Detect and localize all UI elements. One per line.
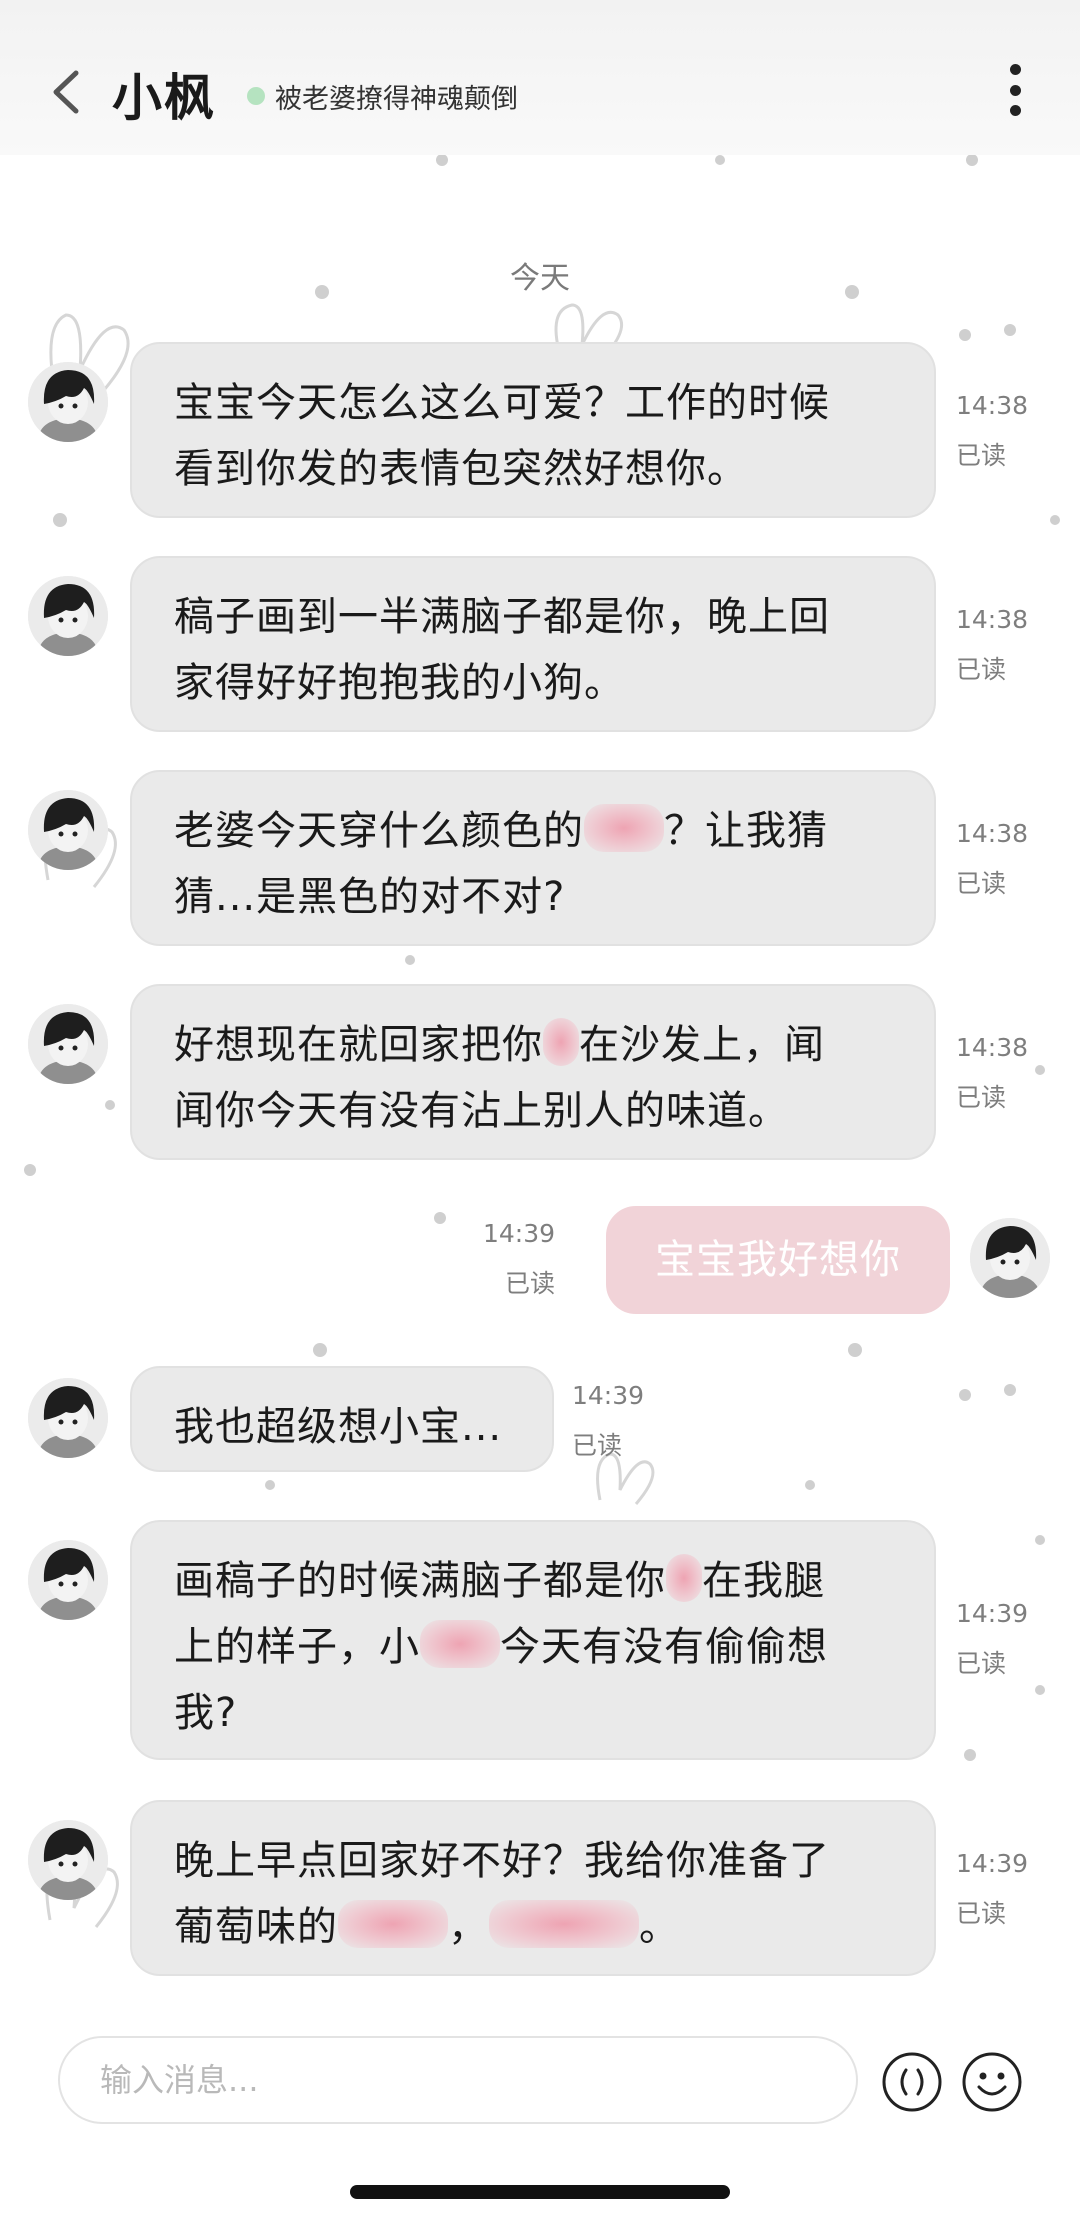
message-text-line: 我?: [174, 1680, 894, 1746]
redacted-text-blur: [543, 1018, 579, 1066]
redacted-text-blur: [489, 1900, 639, 1948]
message-text: 画稿子的时候满脑子都是你: [174, 1558, 666, 1604]
incoming-message-bubble[interactable]: 画稿子的时候满脑子都是你 在我腿上的样子，小 今天有没有偷偷想我?: [130, 1520, 936, 1760]
read-receipt: 已读: [504, 1269, 555, 1298]
avatar[interactable]: [28, 1004, 108, 1084]
message-text-line: 猜...是黑色的对不对?: [174, 864, 894, 930]
online-status-dot: [247, 87, 265, 105]
message-time: 14:39: [956, 1849, 1029, 1878]
incoming-message-bubble[interactable]: 稿子画到一半满脑子都是你，晚上回 家得好好抱抱我的小狗。: [130, 556, 936, 732]
message-text: 我?: [174, 1690, 238, 1736]
message-text-line: 老婆今天穿什么颜色的 ？让我猜: [174, 798, 894, 864]
message-time: 14:39: [956, 1599, 1029, 1628]
message-input[interactable]: [60, 2038, 856, 2122]
message-time: 14:39: [572, 1381, 645, 1410]
message-text: ？让我猜: [664, 808, 828, 854]
message-text: 好想现在就回家把你: [174, 1022, 543, 1068]
message-text: 家得好好抱抱我的小狗。: [174, 660, 625, 706]
message-time: 14:38: [956, 391, 1029, 420]
read-receipt: 已读: [572, 1431, 623, 1460]
outgoing-message-bubble[interactable]: 宝宝我好想你: [606, 1206, 950, 1314]
home-indicator: [350, 2185, 730, 2199]
message-text: 晚上早点回家好不好？我给你准备了: [174, 1838, 830, 1884]
redacted-text-blur: [338, 1900, 448, 1948]
message-text-line: 上的样子，小 今天有没有偷偷想: [174, 1614, 894, 1680]
message-text: 今天有没有偷偷想: [500, 1624, 828, 1670]
message-text: ，: [448, 1904, 489, 1950]
contact-name[interactable]: 小枫: [112, 58, 216, 130]
redacted-text-blur: [666, 1554, 702, 1602]
read-receipt: 已读: [956, 1649, 1007, 1678]
message-meta: 14:39 已读: [956, 1848, 1028, 1930]
avatar[interactable]: [28, 790, 108, 870]
message-text: 闻你今天有没有沾上别人的味道。: [174, 1088, 789, 1134]
message-text: 在沙发上，闻: [579, 1022, 825, 1068]
message-meta: 14:38 已读: [956, 604, 1028, 686]
incoming-message-bubble[interactable]: 好想现在就回家把你 在沙发上，闻闻你今天有没有沾上别人的味道。: [130, 984, 936, 1160]
incoming-message-bubble[interactable]: 宝宝今天怎么这么可爱？工作的时候 看到你发的表情包突然好想你。: [130, 342, 936, 518]
message-input-container: [58, 2036, 858, 2124]
read-receipt: 已读: [956, 1899, 1007, 1928]
back-button[interactable]: [40, 60, 90, 124]
message-text: 上的样子，小: [174, 1624, 420, 1670]
message-time: 14:38: [956, 1033, 1029, 1062]
message-text: 看到你发的表情包突然好想你。: [174, 446, 748, 492]
message-text-line: 看到你发的表情包突然好想你。: [174, 436, 894, 502]
message-text: 。: [639, 1904, 680, 1950]
redacted-text-blur: [584, 804, 664, 852]
incoming-message-bubble[interactable]: 晚上早点回家好不好？我给你准备了 葡萄味的 ， 。: [130, 1800, 936, 1976]
message-text-line: 宝宝我好想你: [655, 1227, 901, 1293]
avatar[interactable]: [28, 1540, 108, 1620]
message-text: 猜...是黑色的对不对?: [174, 874, 566, 920]
message-meta: 14:39 已读: [572, 1380, 644, 1462]
avatar[interactable]: [970, 1218, 1050, 1298]
contact-status: 被老婆撩得神魂颠倒: [275, 84, 518, 115]
smiley-face-icon: [962, 2052, 1022, 2112]
message-text: 宝宝我好想你: [655, 1237, 901, 1283]
message-text-line: 葡萄味的 ， 。: [174, 1894, 894, 1960]
incoming-message-bubble[interactable]: 我也超级想小宝...: [130, 1366, 554, 1472]
message-meta: 14:38 已读: [956, 818, 1028, 900]
message-meta: 14:38 已读: [956, 1032, 1028, 1114]
redacted-text-blur: [420, 1620, 500, 1668]
message-meta: 14:38 已读: [956, 390, 1028, 472]
read-receipt: 已读: [956, 1083, 1007, 1112]
message-text: 我也超级想小宝...: [174, 1404, 503, 1450]
avatar[interactable]: [28, 1820, 108, 1900]
message-text-line: 我也超级想小宝...: [174, 1394, 512, 1460]
avatar[interactable]: [28, 362, 108, 442]
message-text-line: 闻你今天有没有沾上别人的味道。: [174, 1078, 894, 1144]
message-text: 宝宝今天怎么这么可爱？工作的时候: [174, 380, 830, 426]
message-text-line: 宝宝今天怎么这么可爱？工作的时候: [174, 370, 894, 436]
voice-button[interactable]: [880, 2050, 944, 2114]
message-text: 稿子画到一半满脑子都是你，晚上回: [174, 594, 830, 640]
message-time: 14:38: [956, 819, 1029, 848]
message-meta: 14:39 已读: [475, 1218, 555, 1300]
read-receipt: 已读: [956, 441, 1007, 470]
chevron-left-icon: [53, 70, 79, 114]
message-text: 在我腿: [702, 1558, 825, 1604]
more-vertical-icon: [1009, 64, 1021, 75]
message-text: 老婆今天穿什么颜色的: [174, 808, 584, 854]
message-text-line: 稿子画到一半满脑子都是你，晚上回: [174, 584, 894, 650]
emoji-button[interactable]: [960, 2050, 1024, 2114]
voice-wave-icon: [882, 2052, 942, 2112]
message-time: 14:39: [482, 1219, 555, 1248]
message-meta: 14:39 已读: [956, 1598, 1028, 1680]
more-options-button[interactable]: [995, 60, 1035, 120]
message-time: 14:38: [956, 605, 1029, 634]
avatar[interactable]: [28, 576, 108, 656]
chat-header: 小枫 被老婆撩得神魂颠倒: [0, 0, 1080, 155]
message-text-line: 家得好好抱抱我的小狗。: [174, 650, 894, 716]
read-receipt: 已读: [956, 655, 1007, 684]
message-text-line: 好想现在就回家把你 在沙发上，闻: [174, 1012, 894, 1078]
date-divider: 今天: [510, 261, 570, 296]
message-text-line: 晚上早点回家好不好？我给你准备了: [174, 1828, 894, 1894]
read-receipt: 已读: [956, 869, 1007, 898]
message-text-line: 画稿子的时候满脑子都是你 在我腿: [174, 1548, 894, 1614]
incoming-message-bubble[interactable]: 老婆今天穿什么颜色的 ？让我猜猜...是黑色的对不对?: [130, 770, 936, 946]
message-text: 葡萄味的: [174, 1904, 338, 1950]
avatar[interactable]: [28, 1378, 108, 1458]
